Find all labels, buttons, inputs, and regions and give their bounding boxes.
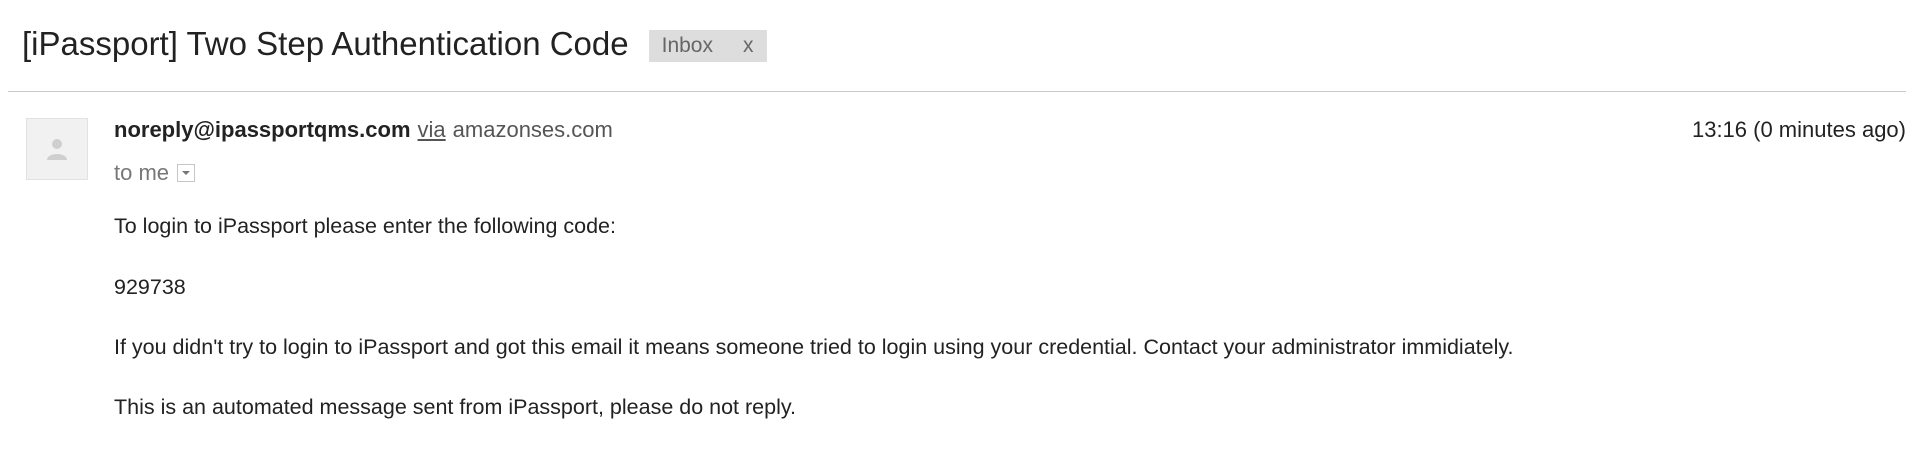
via-link[interactable]: via — [418, 117, 446, 143]
body-footer: This is an automated message sent from i… — [114, 395, 796, 419]
recipient-text: to me — [114, 160, 170, 185]
body-instruction: To login to iPassport please enter the f… — [114, 214, 616, 238]
email-subject: [iPassport] Two Step Authentication Code — [22, 25, 629, 62]
show-details-button[interactable] — [177, 164, 196, 182]
dropdown-arrow-icon — [182, 171, 191, 175]
auth-code: 929738 — [114, 275, 186, 299]
avatar[interactable] — [26, 118, 88, 180]
recipient-row: to me — [114, 159, 196, 187]
email-timestamp: 13:16 (0 minutes ago) — [1691, 117, 1906, 142]
subject-row: [iPassport] Two Step Authentication Code… — [22, 22, 768, 66]
label-text[interactable]: Inbox — [662, 34, 713, 58]
via-domain: amazonses.com — [452, 117, 613, 142]
remove-label-button[interactable]: x — [743, 34, 754, 58]
body-warning: If you didn't try to login to iPassport … — [114, 335, 1514, 359]
sender-email[interactable]: noreply@ipassportqms.com — [114, 117, 411, 143]
person-icon — [47, 139, 67, 160]
email-view: [iPassport] Two Step Authentication Code… — [0, 0, 1906, 458]
sender-row: noreply@ipassportqms.com via amazonses.c… — [114, 117, 613, 147]
subject-divider — [8, 91, 1906, 92]
inbox-label-chip[interactable]: Inbox x — [648, 30, 768, 62]
